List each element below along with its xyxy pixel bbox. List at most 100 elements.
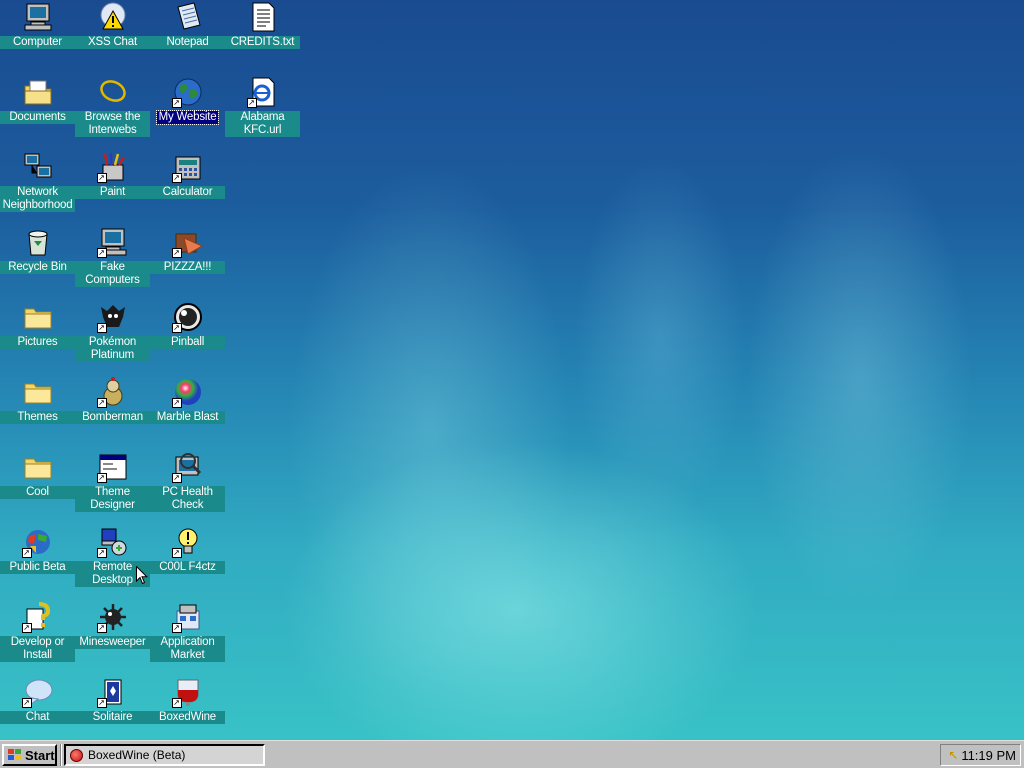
taskbar: Start BoxedWine (Beta) ↖ 11:19 PM — [0, 740, 1024, 768]
shortcut-arrow-icon: ↗ — [171, 623, 182, 633]
icon-network[interactable]: Network Neighborhood — [0, 150, 75, 225]
shortcut-arrow-icon: ↗ — [171, 473, 182, 483]
mine-icon: ↗ — [96, 601, 129, 633]
icon-label: Calculator — [150, 186, 225, 199]
shortcut-arrow-icon: ↗ — [96, 323, 107, 333]
folder-icon — [22, 451, 54, 483]
icon-marble-blast[interactable]: ↗ Marble Blast — [150, 375, 225, 450]
icon-credits[interactable]: CREDITS.txt — [225, 0, 300, 75]
windows-logo-icon — [8, 749, 21, 760]
icon-my-website[interactable]: ↗ My Website — [150, 75, 225, 150]
recycle-bin-icon — [22, 226, 54, 258]
shortcut-arrow-icon: ↗ — [171, 248, 182, 258]
start-button[interactable]: Start — [2, 744, 57, 766]
shortcut-arrow-icon: ↗ — [21, 623, 32, 633]
icon-pc-health[interactable]: ↗ PC Health Check — [150, 450, 225, 525]
notepad-icon — [172, 1, 204, 33]
icon-label: Fake Computers — [75, 261, 150, 287]
remote-desktop-icon: ↗ — [96, 526, 129, 558]
icon-pinball[interactable]: ↗ Pinball — [150, 300, 225, 375]
icon-label: Pictures — [0, 336, 75, 349]
icon-develop[interactable]: ↗ Develop or Install — [0, 600, 75, 675]
icon-pokemon[interactable]: ↗ Pokémon Platinum — [75, 300, 150, 375]
icon-label: Pinball — [150, 336, 225, 349]
shortcut-arrow-icon: ↗ — [96, 623, 107, 633]
shortcut-arrow-icon: ↗ — [96, 698, 107, 708]
icon-calculator[interactable]: ↗ Calculator — [150, 150, 225, 225]
boxedwine-task-icon — [70, 748, 83, 762]
xss-chat-icon — [97, 1, 129, 33]
icon-theme-designer[interactable]: ↗ Theme Designer — [75, 450, 150, 525]
icon-label: Paint — [75, 186, 150, 199]
develop-icon: ↗ — [21, 601, 54, 633]
icon-paint[interactable]: ↗ Paint — [75, 150, 150, 225]
icon-label: Minesweeper — [75, 636, 150, 649]
icon-label: BoxedWine — [150, 711, 225, 724]
globe-icon: ↗ — [171, 76, 204, 108]
shortcut-arrow-icon: ↗ — [171, 98, 182, 108]
pokemon-icon: ↗ — [96, 301, 129, 333]
text-file-icon — [247, 1, 279, 33]
icon-label: CREDITS.txt — [225, 36, 300, 49]
internet-shortcut-icon: ↗ — [246, 76, 279, 108]
icon-documents[interactable]: Documents — [0, 75, 75, 150]
clock[interactable]: 11:19 PM — [961, 748, 1016, 763]
icon-minesweeper[interactable]: ↗ Minesweeper — [75, 600, 150, 675]
browser-icon — [97, 76, 129, 108]
icon-label: C00L F4ctz — [150, 561, 225, 574]
icon-notepad[interactable]: Notepad — [150, 0, 225, 75]
lightbulb-icon: ↗ — [171, 526, 204, 558]
icon-label: Application Market — [150, 636, 225, 662]
icon-cool-facts[interactable]: ↗ C00L F4ctz — [150, 525, 225, 600]
shortcut-arrow-icon: ↗ — [21, 548, 32, 558]
icon-alabama-kfc[interactable]: ↗ Alabama KFC.url — [225, 75, 300, 150]
icon-xss-chat[interactable]: XSS Chat — [75, 0, 150, 75]
icon-label: Develop or Install — [0, 636, 75, 662]
icon-browse[interactable]: Browse the Interwebs — [75, 75, 150, 150]
icon-label: Alabama KFC.url — [225, 111, 300, 137]
start-label: Start — [25, 747, 55, 763]
icon-label: Solitaire — [75, 711, 150, 724]
market-icon: ↗ — [171, 601, 204, 633]
marble-icon: ↗ — [171, 376, 204, 408]
icon-label: Theme Designer — [75, 486, 150, 512]
icon-pizza[interactable]: ↗ PIZZZA!!! — [150, 225, 225, 300]
icon-label: XSS Chat — [75, 36, 150, 49]
icon-remote-desktop[interactable]: ↗ Remote Desktop — [75, 525, 150, 600]
shortcut-arrow-icon: ↗ — [171, 398, 182, 408]
shortcut-arrow-icon: ↗ — [96, 248, 107, 258]
icon-fake-computers[interactable]: ↗ Fake Computers — [75, 225, 150, 300]
icon-label: Browse the Interwebs — [75, 111, 150, 137]
icon-label: Themes — [0, 411, 75, 424]
key-icon: ↖ — [948, 748, 959, 762]
window-icon: ↗ — [96, 451, 129, 483]
icon-chat[interactable]: ↗ Chat — [0, 675, 75, 740]
icon-solitaire[interactable]: ↗ Solitaire — [75, 675, 150, 740]
icon-label: Chat — [0, 711, 75, 724]
icon-label: PC Health Check — [150, 486, 225, 512]
folder-icon — [22, 301, 54, 333]
icon-recycle-bin[interactable]: Recycle Bin — [0, 225, 75, 300]
solitaire-icon: ↗ — [96, 676, 129, 708]
icon-themes[interactable]: Themes — [0, 375, 75, 450]
network-icon — [22, 151, 54, 183]
icon-public-beta[interactable]: ↗ Public Beta — [0, 525, 75, 600]
shortcut-arrow-icon: ↗ — [246, 98, 257, 108]
icon-app-market[interactable]: ↗ Application Market — [150, 600, 225, 675]
icon-boxedwine[interactable]: ↗ BoxedWine — [150, 675, 225, 740]
taskbar-task-boxedwine[interactable]: BoxedWine (Beta) — [64, 744, 265, 766]
desktop[interactable]: Computer XSS Chat Notepad CREDITS.txt Docume… — [0, 0, 1024, 740]
shortcut-arrow-icon: ↗ — [171, 698, 182, 708]
shortcut-arrow-icon: ↗ — [171, 323, 182, 333]
icon-label: Pokémon Platinum — [75, 336, 150, 362]
icon-computer[interactable]: Computer — [0, 0, 75, 75]
icon-cool[interactable]: Cool — [0, 450, 75, 525]
bomberman-icon: ↗ — [96, 376, 129, 408]
icon-label: Recycle Bin — [0, 261, 75, 274]
icon-label: Notepad — [150, 36, 225, 49]
icon-label: Documents — [0, 111, 75, 124]
icon-pictures[interactable]: Pictures — [0, 300, 75, 375]
icon-label: Computer — [0, 36, 75, 49]
icon-bomberman[interactable]: ↗ Bomberman — [75, 375, 150, 450]
computer-icon: ↗ — [96, 226, 129, 258]
